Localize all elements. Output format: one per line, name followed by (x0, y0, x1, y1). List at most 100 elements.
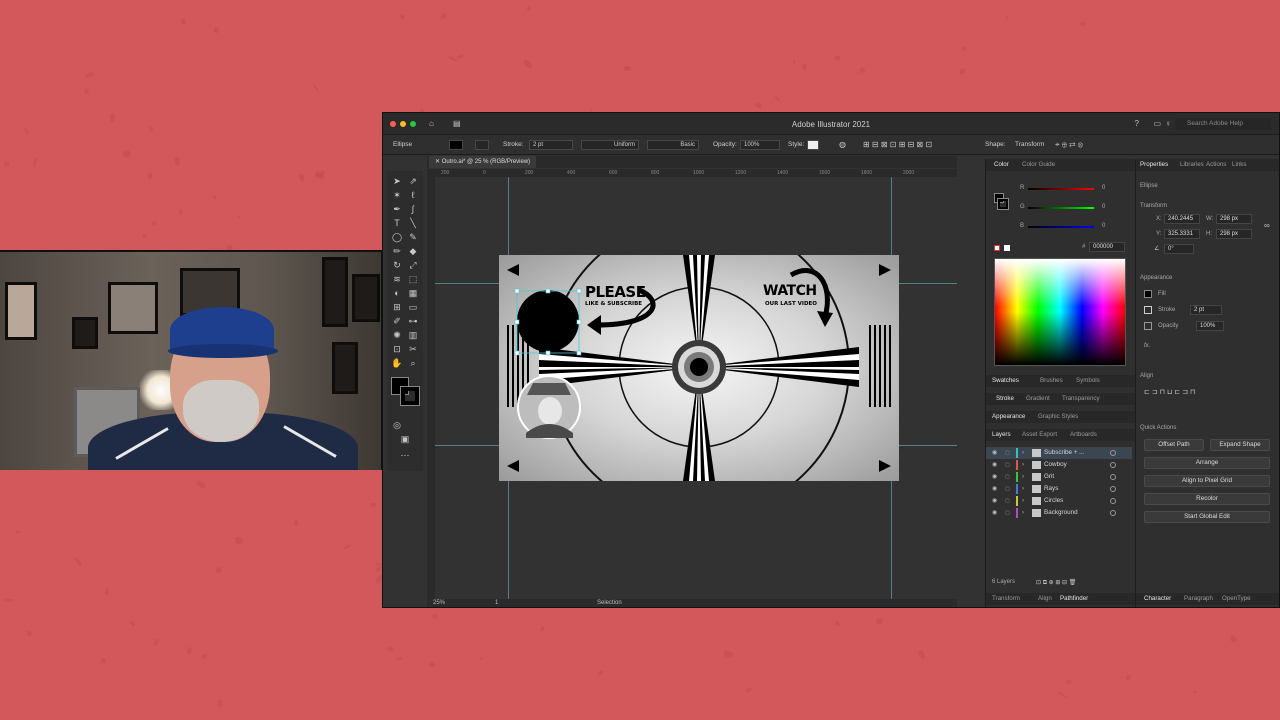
curvature-tool-icon[interactable]: ∫ (407, 203, 419, 215)
arrange-documents-icon[interactable]: ▭ (1153, 120, 1161, 128)
constrain-proportions-icon[interactable]: ∞ (1264, 222, 1270, 230)
stroke-color-swatch[interactable] (400, 386, 420, 406)
rotation-angle-field[interactable]: 0° (1164, 244, 1194, 254)
more-tools-icon[interactable]: ⋯ (399, 449, 411, 461)
transform-link[interactable]: Transform (1015, 141, 1044, 148)
lock-toggle-icon[interactable]: ▢ (1005, 495, 1010, 507)
perspective-grid-tool-icon[interactable]: ▦ (407, 287, 419, 299)
x-position-field[interactable]: 240.2445 (1164, 214, 1200, 224)
tab-opentype[interactable]: OpenType (1222, 595, 1251, 602)
stroke-swatch[interactable] (475, 140, 489, 150)
layer-row[interactable]: ◉ ▢ › Rays (986, 483, 1132, 495)
align-buttons-icons[interactable]: ⊏ ⊐ ⊓ ⊔ ⊏ ⊐ ⊓ (1144, 389, 1196, 397)
layer-target-icon[interactable] (1110, 474, 1116, 480)
tab-transform[interactable]: Transform (992, 595, 1020, 602)
y-position-field[interactable]: 325.3331 (1164, 229, 1200, 239)
lock-toggle-icon[interactable]: ▢ (1005, 447, 1010, 459)
graphic-style-swatch[interactable] (807, 140, 819, 150)
document-tab[interactable]: ✕ Outro.ai* @ 25 % (RGB/Preview) (429, 156, 537, 168)
tab-links[interactable]: Links (1232, 161, 1246, 168)
tab-graphic-styles[interactable]: Graphic Styles (1038, 413, 1078, 420)
layer-row[interactable]: ◉ ▢ › Circles (986, 495, 1132, 507)
layer-actions-icons[interactable]: ⊡ ⧉ ⊕ ⊞ ⊟ 🗑 (1036, 579, 1076, 587)
fx-button[interactable]: fx. (1144, 343, 1150, 349)
type-tool-icon[interactable]: T (391, 217, 403, 229)
green-value[interactable]: 0 (1102, 204, 1105, 210)
layer-row[interactable]: ◉ ▢ › Background (986, 507, 1132, 519)
zoom-tool-icon[interactable]: ⌕ (407, 357, 419, 369)
vertical-ruler[interactable] (427, 169, 435, 599)
symbol-sprayer-tool-icon[interactable]: ✺ (391, 329, 403, 341)
stroke-weight-input[interactable]: 2 pt (1190, 305, 1222, 315)
start-global-edit-button[interactable]: Start Global Edit (1144, 511, 1270, 523)
visibility-eye-icon[interactable]: ◉ (992, 447, 997, 459)
width-field[interactable]: 298 px (1216, 214, 1252, 224)
lock-toggle-icon[interactable]: ▢ (1005, 459, 1010, 471)
paintbrush-tool-icon[interactable]: ✎ (407, 231, 419, 243)
shaper-tool-icon[interactable]: ✏ (391, 245, 403, 257)
free-transform-tool-icon[interactable]: ⬚ (407, 273, 419, 285)
arrange-button[interactable]: Arrange (1144, 457, 1270, 469)
tab-transparency[interactable]: Transparency (1062, 395, 1100, 402)
tab-actions[interactable]: Actions (1206, 161, 1226, 168)
tab-properties[interactable]: Properties (1140, 161, 1168, 168)
column-graph-tool-icon[interactable]: ▥ (407, 329, 419, 341)
height-field[interactable]: 298 px (1216, 229, 1252, 239)
lock-toggle-icon[interactable]: ▢ (1005, 483, 1010, 495)
direct-selection-tool-icon[interactable]: ⇗ (407, 175, 419, 187)
shape-builder-tool-icon[interactable]: ◐ (391, 287, 403, 299)
tab-pathfinder[interactable]: Pathfinder (1060, 595, 1088, 602)
recolor-icon[interactable]: ◍ (839, 141, 846, 149)
lock-toggle-icon[interactable]: ▢ (1005, 471, 1010, 483)
visibility-eye-icon[interactable]: ◉ (992, 471, 997, 483)
tab-paragraph[interactable]: Paragraph (1184, 595, 1213, 602)
red-slider[interactable] (1028, 188, 1094, 190)
align-pixel-grid-button[interactable]: Align to Pixel Grid (1144, 475, 1270, 487)
visibility-eye-icon[interactable]: ◉ (992, 459, 997, 471)
mesh-tool-icon[interactable]: ⊞ (391, 301, 403, 313)
layer-target-icon[interactable] (1110, 486, 1116, 492)
layer-target-icon[interactable] (1110, 498, 1116, 504)
brush-select[interactable]: Basic (647, 140, 699, 150)
white-swatch[interactable] (1004, 245, 1010, 251)
stroke-profile-select[interactable]: Uniform (581, 140, 639, 150)
tab-layers[interactable]: Layers (992, 431, 1011, 438)
expand-chevron-icon[interactable]: › (1022, 447, 1024, 459)
expand-chevron-icon[interactable]: › (1022, 483, 1024, 495)
visibility-eye-icon[interactable]: ◉ (992, 495, 997, 507)
opacity-field[interactable]: 100% (740, 140, 780, 150)
hand-tool-icon[interactable]: ✋ (391, 357, 403, 369)
tab-artboards[interactable]: Artboards (1070, 431, 1097, 438)
opacity-input[interactable]: 100% (1196, 321, 1224, 331)
recolor-button[interactable]: Recolor (1144, 493, 1270, 505)
tab-brushes[interactable]: Brushes (1040, 377, 1063, 384)
draw-mode-icon[interactable]: ◎ (391, 419, 403, 431)
zoom-level-select[interactable]: 25% (433, 600, 445, 606)
layer-target-icon[interactable] (1110, 510, 1116, 516)
fill-appearance-swatch[interactable] (1144, 290, 1152, 298)
align-objects-icon[interactable]: ⊞ ⊟ ⊠ ⊡ ⊞ ⊟ ⊠ ⊡ (863, 141, 932, 149)
rotate-tool-icon[interactable]: ↻ (391, 259, 403, 271)
line-tool-icon[interactable]: ╲ (407, 217, 419, 229)
tab-appearance[interactable]: Appearance (992, 413, 1025, 420)
layer-row[interactable]: ◉ ▢ › Grit (986, 471, 1132, 483)
width-tool-icon[interactable]: ≋ (391, 273, 403, 285)
expand-chevron-icon[interactable]: › (1022, 507, 1024, 519)
artboard-tool-icon[interactable]: ⊡ (391, 343, 403, 355)
tab-symbols[interactable]: Symbols (1076, 377, 1100, 384)
horizontal-ruler[interactable]: 200 0 200 400 600 800 1000 1200 1400 1600 1800 2000 (435, 169, 957, 177)
pen-tool-icon[interactable]: ✒ (391, 203, 403, 215)
visibility-eye-icon[interactable]: ◉ (992, 507, 997, 519)
layer-target-icon[interactable] (1110, 462, 1116, 468)
hex-field[interactable]: 000000 (1089, 242, 1125, 252)
fill-swatch[interactable] (449, 140, 463, 150)
close-tab-icon[interactable]: ✕ (435, 159, 442, 165)
tab-character[interactable]: Character (1144, 595, 1171, 602)
tab-color-guide[interactable]: Color Guide (1022, 161, 1055, 168)
tab-align[interactable]: Align (1038, 595, 1052, 602)
panel-stroke-swatch[interactable] (997, 198, 1009, 210)
artboard[interactable]: PLEASE LIKE & SUBSCRIBE WATCH OUR LAST V… (499, 255, 899, 481)
green-slider[interactable] (1028, 207, 1094, 209)
layer-row[interactable]: ◉ ▢ › Cowboy (986, 459, 1132, 471)
stroke-weight-field[interactable]: 2 pt (529, 140, 573, 150)
